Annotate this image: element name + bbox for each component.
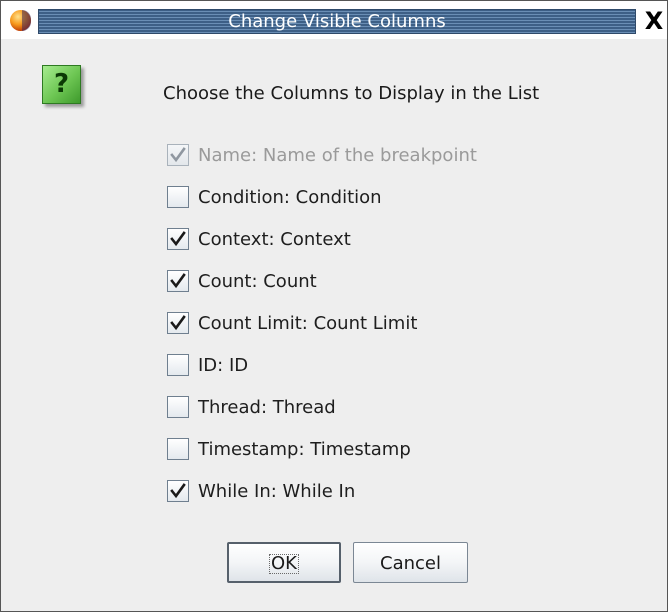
checkmark-icon [170, 147, 186, 163]
column-label: While In: While In [198, 480, 356, 502]
java-cup-icon [10, 10, 31, 31]
column-label: Context: Context [198, 228, 351, 250]
column-option[interactable]: Count Limit: Count Limit [167, 309, 417, 337]
column-option[interactable]: ID: ID [167, 351, 248, 379]
column-option[interactable]: While In: While In [167, 477, 355, 505]
dialog-window: Change Visible Columns X ? Choose the Co… [0, 0, 668, 612]
cancel-button[interactable]: Cancel [353, 542, 468, 583]
column-label: Count: Count [198, 270, 317, 292]
column-option[interactable]: Context: Context [167, 225, 351, 253]
checkmark-icon [170, 273, 186, 289]
column-checkbox [167, 144, 189, 166]
column-option[interactable]: Thread: Thread [167, 393, 336, 421]
column-checkbox[interactable] [167, 354, 189, 376]
column-option[interactable]: Count: Count [167, 267, 317, 295]
checkmark-icon [170, 483, 186, 499]
ok-button-label: OK [269, 553, 299, 574]
window-title: Change Visible Columns [228, 11, 446, 32]
checkmark-icon [170, 231, 186, 247]
column-label: Condition: Condition [198, 186, 382, 208]
column-checkbox[interactable] [167, 186, 189, 208]
column-checkbox[interactable] [167, 438, 189, 460]
column-checkbox[interactable] [167, 480, 189, 502]
ok-button[interactable]: OK [227, 542, 341, 583]
close-icon[interactable]: X [641, 7, 667, 35]
question-mark-icon: ? [42, 65, 81, 104]
column-label: Name: Name of the breakpoint [198, 144, 477, 166]
column-option: Name: Name of the breakpoint [167, 141, 477, 169]
column-checkbox[interactable] [167, 312, 189, 334]
column-checkbox[interactable] [167, 270, 189, 292]
column-label: Thread: Thread [198, 396, 336, 418]
title-bar-stripes[interactable]: Change Visible Columns [38, 9, 636, 34]
column-label: Count Limit: Count Limit [198, 312, 418, 334]
dialog-prompt: Choose the Columns to Display in the Lis… [163, 83, 540, 104]
column-checkbox[interactable] [167, 228, 189, 250]
column-label: Timestamp: Timestamp [198, 438, 411, 460]
column-label: ID: ID [198, 354, 249, 376]
checkmark-icon [170, 315, 186, 331]
title-bar[interactable]: Change Visible Columns X [1, 1, 667, 39]
column-option[interactable]: Condition: Condition [167, 183, 382, 211]
column-option[interactable]: Timestamp: Timestamp [167, 435, 411, 463]
column-checkbox[interactable] [167, 396, 189, 418]
